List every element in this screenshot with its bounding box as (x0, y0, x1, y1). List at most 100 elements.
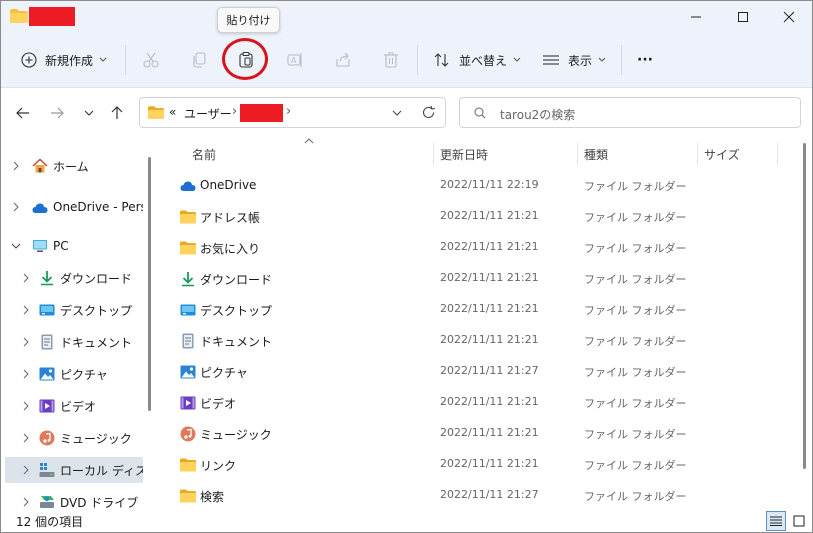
file-row-searches[interactable]: 検索 2022/11/11 21:27 ファイル フォルダー (171, 480, 791, 511)
chevron-right-icon[interactable] (21, 433, 31, 443)
sidebar-scrollbar[interactable] (148, 157, 151, 411)
column-divider[interactable] (697, 143, 698, 165)
sidebar-item-label: デスクトップ (60, 303, 133, 318)
toolbar-divider (125, 45, 126, 75)
file-name: ビデオ (200, 397, 237, 411)
download-icon (41, 271, 53, 286)
breadcrumb-users[interactable]: ユーザー (184, 105, 232, 122)
tiles-view-button[interactable] (789, 511, 809, 531)
sidebar-item-label: OneDrive - Perso (53, 200, 143, 214)
sidebar-item-onedrive[interactable]: OneDrive - Perso (1, 194, 143, 220)
minimize-button[interactable] (673, 1, 719, 33)
share-icon (336, 52, 350, 67)
desktop-icon (180, 304, 196, 316)
column-divider[interactable] (577, 143, 578, 165)
chevron-right-icon[interactable] (21, 305, 31, 315)
sidebar-item-home[interactable]: ホーム (1, 153, 143, 179)
column-header-name[interactable]: 名前 (192, 141, 216, 167)
sidebar-item-videos[interactable]: ビデオ (1, 393, 143, 419)
chevron-right-icon[interactable] (21, 465, 31, 475)
sidebar-item-documents[interactable]: ドキュメント (1, 329, 143, 355)
maximize-button[interactable] (720, 1, 766, 33)
sidebar-item-dvd-drive[interactable]: DVD ドライブ (D:) (1, 489, 143, 511)
explorer-window: 貼り付け 新規作成 A 並べ替え 表示 ··· « ユーザー › › tarou… (0, 0, 813, 533)
chevron-right-icon[interactable] (11, 161, 21, 171)
file-type: ファイル フォルダー (584, 428, 687, 441)
sidebar-item-desktop[interactable]: デスクトップ (1, 297, 143, 323)
file-name: ドキュメント (200, 335, 273, 349)
file-name: お気に入り (200, 242, 261, 256)
address-bar[interactable]: « ユーザー › › (139, 97, 446, 128)
chevron-right-icon[interactable] (21, 497, 31, 507)
file-row-pictures[interactable]: ピクチャ 2022/11/11 21:27 ファイル フォルダー (171, 356, 791, 387)
sidebar-item-pictures[interactable]: ピクチャ (1, 361, 143, 387)
file-row-downloads[interactable]: ダウンロード 2022/11/11 21:21 ファイル フォルダー (171, 263, 791, 294)
copy-icon (193, 52, 206, 68)
refresh-icon[interactable] (421, 105, 436, 120)
chevron-down-icon[interactable] (11, 241, 21, 251)
file-list-scrollbar[interactable] (803, 143, 806, 469)
folder-icon (180, 489, 196, 503)
up-button[interactable] (105, 99, 129, 127)
toolbar-divider (417, 45, 418, 75)
sidebar-item-downloads[interactable]: ダウンロード (1, 265, 143, 291)
list-view-icon (543, 55, 559, 65)
new-button[interactable]: 新規作成 (21, 33, 115, 87)
file-row-onedrive[interactable]: OneDrive 2022/11/11 22:19 ファイル フォルダー (171, 170, 791, 201)
arrow-left-icon (16, 107, 29, 119)
chevron-right-icon[interactable] (21, 369, 31, 379)
column-header-modified[interactable]: 更新日時 (440, 141, 488, 167)
sidebar-item-pc[interactable]: PC (1, 233, 143, 259)
chevron-right-icon[interactable] (21, 401, 31, 411)
file-row-documents[interactable]: ドキュメント 2022/11/11 21:21 ファイル フォルダー (171, 325, 791, 356)
column-header-size[interactable]: サイズ (704, 141, 740, 167)
file-row-videos[interactable]: ビデオ 2022/11/11 21:21 ファイル フォルダー (171, 387, 791, 418)
chevron-down-icon[interactable] (392, 110, 402, 116)
file-name: リンク (200, 459, 237, 473)
column-header-type[interactable]: 種類 (584, 141, 608, 167)
view-button[interactable]: 表示 (542, 33, 608, 87)
maximize-icon (738, 12, 748, 22)
details-view-icon (770, 516, 782, 526)
chevron-right-icon[interactable] (21, 273, 31, 283)
sidebar-item-local-disk[interactable]: ローカル ディスク ( (5, 457, 143, 483)
chevron-down-icon (99, 57, 107, 62)
file-date: 2022/11/11 21:21 (440, 302, 539, 315)
column-divider[interactable] (777, 143, 778, 165)
document-icon (41, 334, 53, 350)
recent-locations-button[interactable] (77, 99, 101, 127)
file-row-favorites[interactable]: お気に入り 2022/11/11 21:21 ファイル フォルダー (171, 232, 791, 263)
details-view-button[interactable] (766, 511, 786, 531)
file-row-desktop[interactable]: デスクトップ 2022/11/11 21:21 ファイル フォルダー (171, 294, 791, 325)
scissors-icon (143, 52, 159, 68)
more-options-button[interactable]: ··· (633, 33, 657, 87)
file-row-address-book[interactable]: アドレス帳 2022/11/11 21:21 ファイル フォルダー (171, 201, 791, 232)
sort-button[interactable]: 並べ替え (433, 33, 521, 87)
file-date: 2022/11/11 21:27 (440, 488, 539, 501)
file-date: 2022/11/11 21:21 (440, 333, 539, 346)
chevron-right-icon[interactable] (11, 202, 21, 212)
item-count: 12 個の項目 (16, 515, 84, 529)
sidebar-item-label: DVD ドライブ (D:) (60, 495, 143, 510)
file-type: ファイル フォルダー (584, 459, 687, 472)
back-button[interactable] (11, 99, 35, 127)
file-date: 2022/11/11 21:21 (440, 395, 539, 408)
delete-button[interactable] (379, 33, 403, 87)
cut-button[interactable] (139, 33, 163, 87)
forward-button[interactable] (45, 99, 69, 127)
copy-button[interactable] (187, 33, 211, 87)
close-button[interactable] (766, 1, 812, 33)
file-row-links[interactable]: リンク 2022/11/11 21:21 ファイル フォルダー (171, 449, 791, 480)
file-row-music[interactable]: ミュージック 2022/11/11 21:21 ファイル フォルダー (171, 418, 791, 449)
chevron-right-icon[interactable] (21, 337, 31, 347)
search-input[interactable]: tarou2の検索 (459, 97, 801, 128)
sidebar-item-music[interactable]: ミュージック (1, 425, 143, 451)
rename-button[interactable]: A (283, 33, 307, 87)
sidebar-item-label: ドキュメント (60, 335, 133, 350)
column-divider[interactable] (433, 143, 434, 165)
sidebar-item-label: ビデオ (60, 399, 97, 414)
new-label: 新規作成 (45, 53, 94, 68)
breadcrumb-overflow[interactable]: « (169, 105, 176, 119)
share-button[interactable] (331, 33, 355, 87)
document-icon (182, 333, 194, 349)
